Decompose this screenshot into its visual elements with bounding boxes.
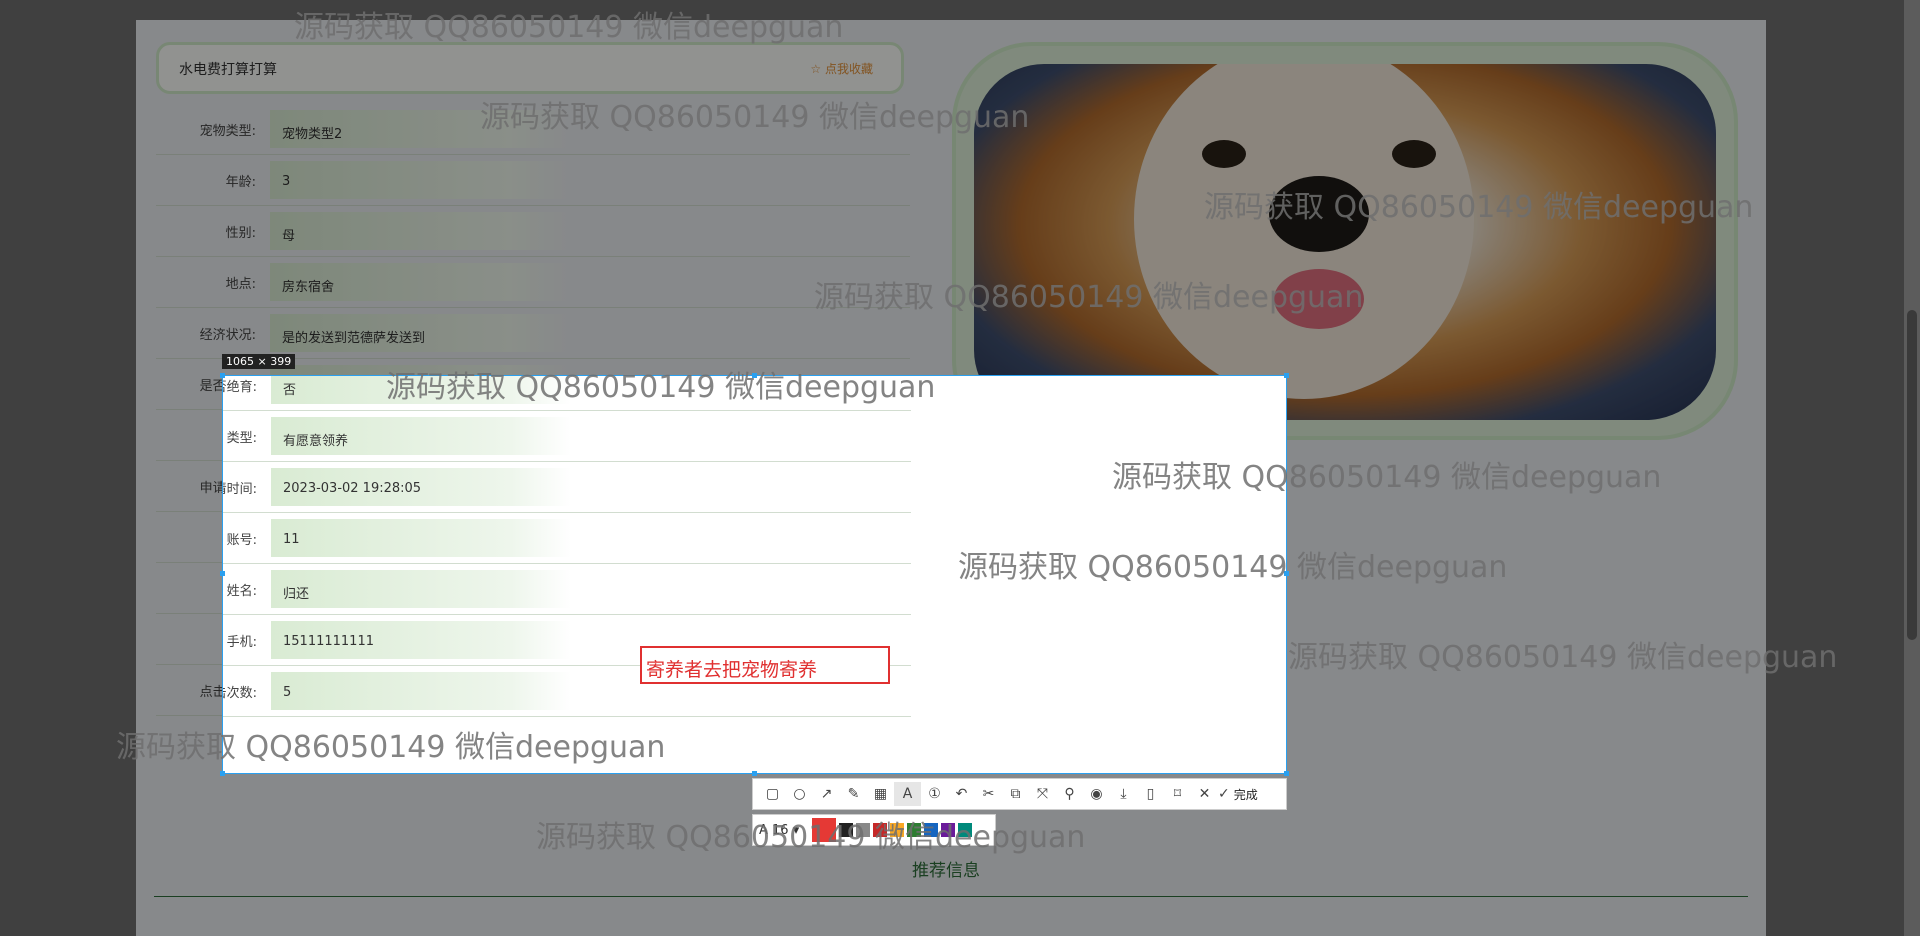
watermark-text: 源码获取 QQ86050149 微信deepguan [386,370,936,405]
field-value-box: 有愿意领养 [271,417,571,455]
field-value-box: 归还 [271,570,571,608]
phone-icon[interactable]: ▯ [1137,782,1164,806]
mosaic-tool-icon[interactable]: ▦ [867,782,894,806]
watermark-text: 源码获取 QQ86050149 微信deepguan [1112,460,1662,495]
field-value-box: 5 [271,672,571,710]
detail-row: 申请时间: 2023-03-02 19:28:05 [223,462,911,513]
close-icon[interactable]: ✕ [1191,782,1218,806]
field-label: 申请时间: [223,482,257,497]
ellipse-tool-icon[interactable]: ○ [786,782,813,806]
resize-handle-tl[interactable] [220,373,225,378]
field-value: 2023-03-02 19:28:05 [283,481,422,496]
field-value: 否 [283,383,297,398]
text-tool-icon[interactable]: A [894,782,921,806]
undo-icon[interactable]: ↶ [948,782,975,806]
resize-handle-b[interactable] [752,771,757,776]
field-value: 有愿意领养 [283,434,349,449]
resize-handle-l[interactable] [220,571,225,576]
rectangle-tool-icon[interactable]: ▢ [759,782,786,806]
watermark-text: 源码获取 QQ86050149 微信deepguan [294,10,844,45]
field-label: 手机: [226,635,257,650]
field-value: 归还 [283,587,310,602]
field-label: 是否绝育: [223,380,257,395]
capture-toolbar: ▢ ○ ↗ ✎ ▦ A ① ↶ ✂ ⧉ ⤧ ⚲ ◉ ⤓ ▯ ⌑ ✕ ✓ 完成 [752,778,1287,810]
scrollbar[interactable] [1904,0,1920,936]
number-tool-icon[interactable]: ① [921,782,948,806]
field-value: 11 [283,532,300,547]
watermark-text: 源码获取 QQ86050149 微信deepguan [1288,640,1838,675]
field-value: 15111111111 [283,634,374,649]
field-label: 点击次数: [223,686,257,701]
watermark-text: 源码获取 QQ86050149 微信deepguan [1204,190,1754,225]
pen-tool-icon[interactable]: ✎ [840,782,867,806]
scrollbar-thumb[interactable] [1907,310,1917,640]
field-label: 账号: [226,533,257,548]
done-button[interactable]: ✓ 完成 [1218,782,1258,806]
detail-row: 类型: 有愿意领养 [223,411,911,462]
field-value-box: 15111111111 [271,621,571,659]
bookmark-icon[interactable]: ⌑ [1164,782,1191,806]
field-label: 姓名: [226,584,257,599]
resize-handle-bl[interactable] [220,771,225,776]
watermark-text: 源码获取 QQ86050149 微信deepguan [536,820,1086,855]
resize-handle-tr[interactable] [1284,373,1289,378]
watermark-text: 源码获取 QQ86050149 微信deepguan [958,550,1508,585]
arrow-tool-icon[interactable]: ↗ [813,782,840,806]
scroll-capture-icon[interactable]: ⤧ [1029,782,1056,806]
text-annotation-content[interactable]: 寄养者去把宠物寄养 [646,655,817,682]
resize-handle-br[interactable] [1284,771,1289,776]
pin-icon[interactable]: ⚲ [1056,782,1083,806]
selection-size-label: 1065 × 399 [222,354,296,369]
download-icon[interactable]: ⤓ [1110,782,1137,806]
detail-row: 姓名: 归还 [223,564,911,615]
field-value: 5 [283,685,292,700]
ocr-icon[interactable]: ⧉ [1002,782,1029,806]
field-value-box: 11 [271,519,571,557]
detail-row: 账号: 11 [223,513,911,564]
cut-icon[interactable]: ✂ [975,782,1002,806]
record-icon[interactable]: ◉ [1083,782,1110,806]
watermark-text: 源码获取 QQ86050149 微信deepguan [116,730,666,765]
text-annotation[interactable]: 寄养者去把宠物寄养 [640,646,890,684]
field-value-box: 2023-03-02 19:28:05 [271,468,571,506]
watermark-text: 源码获取 QQ86050149 微信deepguan [814,280,1364,315]
watermark-text: 源码获取 QQ86050149 微信deepguan [480,100,1030,135]
field-label: 类型: [226,431,257,446]
